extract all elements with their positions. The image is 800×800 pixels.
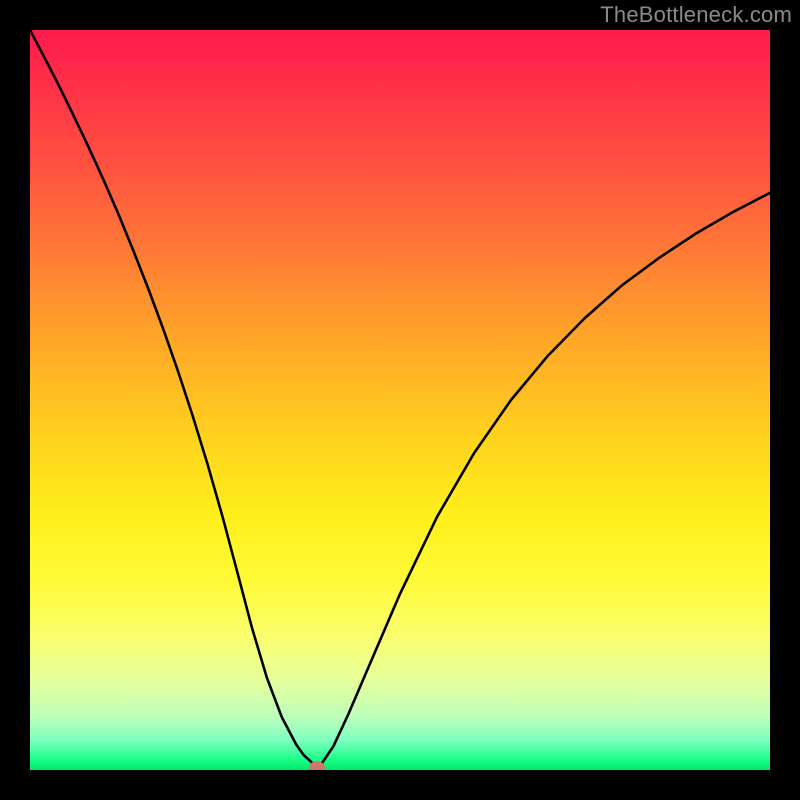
bottleneck-curve [30, 30, 770, 768]
plot-area [30, 30, 770, 770]
minimum-marker [309, 761, 325, 770]
curve-svg [30, 30, 770, 770]
watermark-text: TheBottleneck.com [600, 2, 792, 28]
chart-frame: TheBottleneck.com [0, 0, 800, 800]
